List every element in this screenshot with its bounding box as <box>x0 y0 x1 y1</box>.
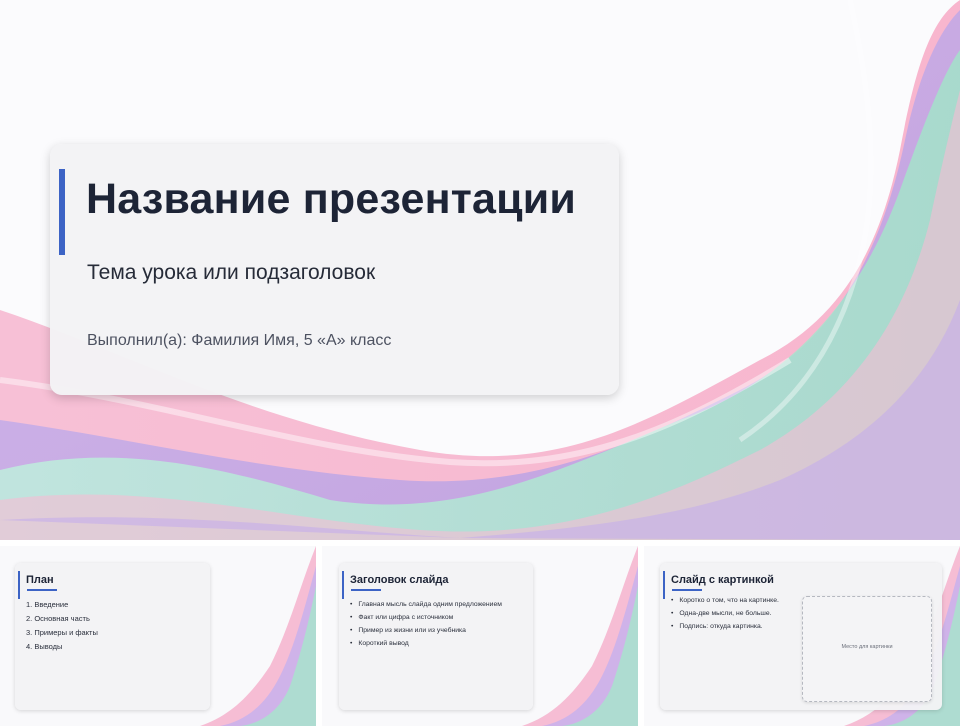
title-slide[interactable]: Название презентации Тема урока или подз… <box>0 0 960 540</box>
list-item: Пример из жизни или из учебника <box>350 624 502 637</box>
title-accent-bar <box>59 169 65 255</box>
author-line[interactable]: Выполнил(а): Фамилия Имя, 5 «А» класс <box>87 332 391 350</box>
list-item: 1. Введение <box>26 600 69 609</box>
list-item: Короткий вывод <box>350 637 502 650</box>
list-item: Одна-две мысли, не больше. <box>671 607 779 620</box>
slide-title: Заголовок слайда <box>350 574 449 586</box>
title-card[interactable]: Название презентации Тема урока или подз… <box>50 144 619 395</box>
title-underline <box>672 589 702 591</box>
image-slide-card[interactable]: Слайд с картинкой Коротко о том, что на … <box>660 563 942 710</box>
content-card[interactable]: Заголовок слайда Главная мысль слайда од… <box>339 563 533 710</box>
plan-card[interactable]: План 1. Введение 2. Основная часть 3. Пр… <box>15 563 210 710</box>
list-item: Коротко о том, что на картинке. <box>671 594 779 607</box>
slide-title: План <box>26 574 54 586</box>
accent-bar <box>342 571 344 599</box>
bullet-list: Главная мысль слайда одним предложением … <box>350 598 502 650</box>
accent-bar <box>18 571 20 599</box>
thumbnail-plan[interactable]: План 1. Введение 2. Основная часть 3. Пр… <box>0 546 316 726</box>
thumbnail-slide-heading[interactable]: Заголовок слайда Главная мысль слайда од… <box>322 546 638 726</box>
presentation-title[interactable]: Название презентации <box>86 175 576 224</box>
presentation-subtitle[interactable]: Тема урока или подзаголовок <box>87 261 375 285</box>
list-item: 3. Примеры и факты <box>26 628 98 637</box>
list-item: Факт или цифра с источником <box>350 611 502 624</box>
list-item: 4. Выводы <box>26 642 63 651</box>
title-underline <box>27 589 57 591</box>
title-underline <box>351 589 381 591</box>
thumbnail-slide-with-image[interactable]: Слайд с картинкой Коротко о том, что на … <box>644 546 960 726</box>
list-item: Главная мысль слайда одним предложением <box>350 598 502 611</box>
list-item: Подпись: откуда картинка. <box>671 620 779 633</box>
accent-bar <box>663 571 665 599</box>
bullet-list: Коротко о том, что на картинке. Одна-две… <box>671 594 779 633</box>
list-item: 2. Основная часть <box>26 614 90 623</box>
placeholder-label: Место для картинки <box>841 644 893 650</box>
slide-title: Слайд с картинкой <box>671 574 774 586</box>
image-placeholder[interactable]: Место для картинки <box>802 596 932 702</box>
plan-list: 1. Введение 2. Основная часть 3. Примеры… <box>26 598 98 654</box>
